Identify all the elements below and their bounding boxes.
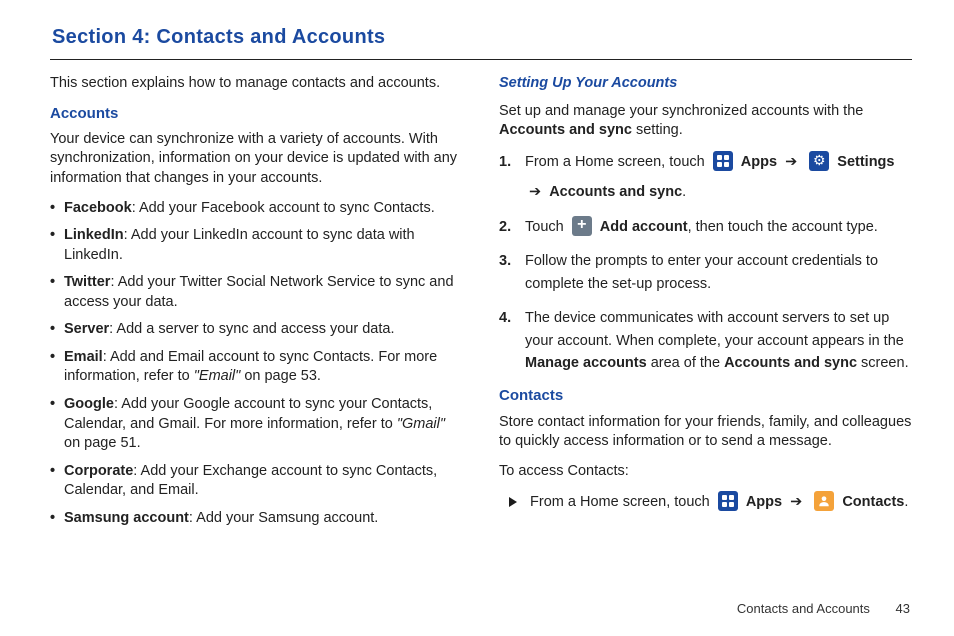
triangle-bullet-icon [509,497,517,507]
settings-label: Settings [837,154,894,170]
item-name: Facebook [64,200,132,216]
item-desc: : Add a server to sync and access your d… [109,321,394,337]
right-column: Setting Up Your Accounts Set up and mana… [499,74,912,536]
accounts-sync-label2: Accounts and sync [724,355,857,371]
contacts-access: To access Contacts: [499,462,912,482]
accounts-lead: Your device can synchronize with a varie… [50,130,463,189]
step-text-b: area of the [647,355,724,371]
step-text-c: screen. [857,355,909,371]
arrow-icon: ➔ [790,494,802,510]
account-type-list: Facebook: Add your Facebook account to s… [50,199,463,529]
step-item: Follow the prompts to enter your account… [499,250,912,295]
step-item: The device communicates with account ser… [499,307,912,374]
item-name: Server [64,321,109,337]
step-item: From a Home screen, touch Apps ➔ ⚙ Setti… [499,151,912,204]
left-column: This section explains how to manage cont… [50,74,463,536]
contacts-heading: Contacts [499,386,912,406]
list-item: Google: Add your Google account to sync … [50,395,463,454]
list-item: Corporate: Add your Exchange account to … [50,462,463,501]
horizontal-rule [50,59,912,60]
list-item: Email: Add and Email account to sync Con… [50,348,463,387]
contacts-label: Contacts [842,494,904,510]
setup-steps: From a Home screen, touch Apps ➔ ⚙ Setti… [499,151,912,375]
page-number: 43 [896,601,910,616]
arrow-icon: ➔ [785,154,797,170]
item-desc: : Add your Google account to sync your C… [64,396,432,432]
item-desc: : Add your Facebook account to sync Cont… [132,200,435,216]
list-item: Server: Add a server to sync and access … [50,320,463,340]
step-text: Touch [525,219,568,235]
item-desc: : Add your Samsung account. [189,510,378,526]
item-desc: : Add your Twitter Social Network Servic… [64,274,454,310]
lead-bold: Accounts and sync [499,122,632,138]
manage-accounts-label: Manage accounts [525,355,647,371]
lead-part1: Set up and manage your synchronized acco… [499,103,863,119]
plus-icon: + [572,216,592,236]
step-text: From a Home screen, touch [530,494,714,510]
contacts-lead: Store contact information for your frien… [499,413,912,452]
settings-icon: ⚙ [809,151,829,171]
list-item: LinkedIn: Add your LinkedIn account to s… [50,226,463,265]
item-name: Google [64,396,114,412]
footer-text: Contacts and Accounts [737,601,870,616]
setup-heading: Setting Up Your Accounts [499,74,912,94]
apps-label: Apps [741,154,777,170]
page-ref: on page 53. [240,368,321,384]
two-column-layout: This section explains how to manage cont… [50,74,912,536]
page-ref: on page 51. [64,435,141,451]
step-item: Touch + Add account, then touch the acco… [499,216,912,238]
intro-text: This section explains how to manage cont… [50,74,463,94]
setup-lead: Set up and manage your synchronized acco… [499,102,912,141]
accounts-heading: Accounts [50,104,463,124]
list-item: Twitter: Add your Twitter Social Network… [50,273,463,312]
item-name: Samsung account [64,510,189,526]
list-item: Facebook: Add your Facebook account to s… [50,199,463,219]
item-name: Email [64,349,103,365]
accounts-sync-label: Accounts and sync [549,184,682,200]
step-text: From a Home screen, touch [525,154,709,170]
list-item: Samsung account: Add your Samsung accoun… [50,509,463,529]
step-text: Follow the prompts to enter your account… [525,253,878,291]
page-footer: Contacts and Accounts 43 [737,600,910,618]
step-text-a: The device communicates with account ser… [525,310,904,348]
step-text-b: , then touch the account type. [688,219,878,235]
arrow-icon: ➔ [529,184,541,200]
item-name: LinkedIn [64,227,124,243]
section-title: Section 4: Contacts and Accounts [52,24,912,51]
item-name: Twitter [64,274,110,290]
lead-part2: setting. [632,122,683,138]
xref: "Gmail" [397,416,445,432]
item-name: Corporate [64,463,133,479]
contacts-icon [814,491,834,511]
apps-label: Apps [746,494,782,510]
apps-icon [718,491,738,511]
xref: "Email" [194,368,241,384]
add-account-label: Add account [600,219,688,235]
apps-icon [713,151,733,171]
contacts-step: From a Home screen, touch Apps ➔ Contact… [499,491,912,513]
